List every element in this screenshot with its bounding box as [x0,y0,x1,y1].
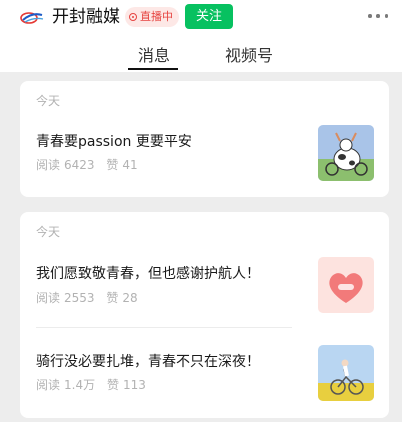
article-stats: 阅读 1.4万 赞 113 [36,377,154,393]
read-count: 阅读 1.4万 [36,378,96,392]
follow-button[interactable]: 关注 [185,4,233,29]
article-thumbnail[interactable] [318,257,374,313]
logo-icon[interactable] [20,10,44,24]
more-icon[interactable] [368,9,388,23]
article-title[interactable]: 我们愿致敬青春，但也感谢护航人！ [36,264,260,284]
live-status-badge[interactable]: 直播中 [125,7,179,27]
live-icon [129,13,137,21]
message-card: 今天 我们愿致敬青春，但也感谢护航人！ 阅读 2553 赞 28 骑行没必要扎堆，青… [20,212,389,418]
like-count: 赞 41 [106,158,138,172]
article-stats: 阅读 6423 赞 41 [36,157,146,173]
account-name[interactable]: 开封融媒 [52,6,120,28]
article-thumbnail[interactable] [318,125,374,181]
article-title[interactable]: 青春要passion 更要平安 [36,132,192,152]
message-card: 今天 青春要passion 更要平安 阅读 6423 赞 41 [20,81,389,197]
live-badge-label: 直播中 [140,10,173,23]
read-count: 阅读 6423 [36,158,95,172]
read-count: 阅读 2553 [36,291,95,305]
tab-messages[interactable]: 消息 [138,45,170,67]
like-count: 赞 28 [106,291,138,305]
article-stats: 阅读 2553 赞 28 [36,290,146,306]
date-label: 今天 [36,94,61,108]
divider [36,327,292,328]
active-tab-indicator [128,68,178,70]
account-header: 开封融媒 直播中 关注 消息 视频号 [0,0,402,72]
article-title[interactable]: 骑行没必要扎堆，青春不只在深夜！ [36,352,260,372]
date-label: 今天 [36,225,61,239]
article-thumbnail[interactable] [318,345,374,401]
tab-channels[interactable]: 视频号 [225,45,273,67]
like-count: 赞 113 [106,378,146,392]
